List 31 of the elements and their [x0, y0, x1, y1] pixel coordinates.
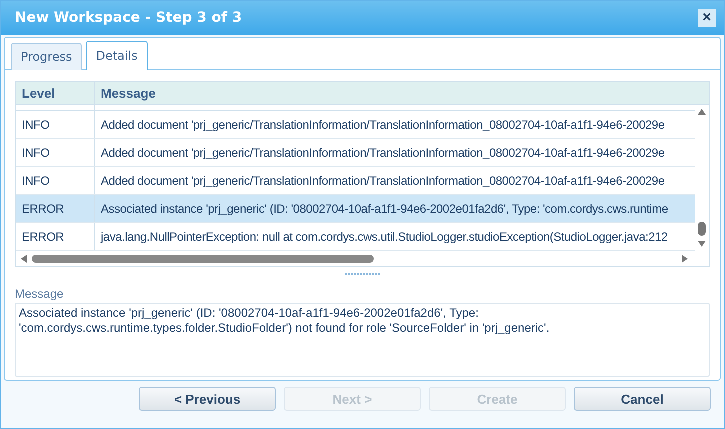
tab[interactable]: Progress	[11, 43, 82, 70]
scroll-left-icon[interactable]	[20, 254, 28, 264]
message-field[interactable]: Associated instance 'prj_generic' (ID: '08002704-10af-a1f1-94e6-2002e01fa2d6', Type: 'com.cordys.cws.runtime.types.folder.StudioFolder') not found for role 'SourceFolder' in 'prj_generic'.	[15, 303, 710, 377]
window-title: New Workspace - Step 3 of 3	[15, 10, 242, 26]
wizard-button[interactable]: Cancel	[574, 387, 711, 411]
column-header[interactable]: Message	[95, 82, 709, 104]
splitter-handle[interactable]	[344, 273, 380, 275]
table-row[interactable]: INFO Added document 'prj_generic/TranslationInformation/TranslationInformation_08002704-10af-a1f1-94e6-20029e	[16, 111, 695, 139]
table-row[interactable]: ERROR Associated instance 'prj_generic' (ID: '08002704-10af-a1f1-94e6-2002e01fa2d6', Type: 'com.cordys.cws.runtime	[16, 195, 695, 223]
message-cell: java.lang.NullPointerException: null at com.cordys.cws.util.StudioLogger.studioException(StudioLogger.java:212	[101, 230, 668, 244]
message-label: Message	[15, 287, 65, 301]
tab[interactable]: Details	[86, 41, 148, 70]
level-cell: ERROR	[22, 202, 64, 216]
scroll-right-icon[interactable]	[681, 254, 689, 264]
message-cell: Added document 'prj_generic/TranslationInformation/TranslationInformation_08002704-10af-a1f1-94e6-20029e	[101, 146, 665, 160]
table-row[interactable]: ERROR java.lang.NullPointerException: null at com.cordys.cws.util.StudioLogger.studioException(StudioLogger.java:212	[16, 223, 695, 251]
message-cell: Associated instance 'prj_generic' (ID: '08002704-10af-a1f1-94e6-2002e01fa2d6', Type: 'com.cordys.cws.runtime	[101, 202, 668, 216]
message-cell: Added document 'prj_generic/TranslationInformation/TranslationInformation_08002704-10af-a1f1-94e6-20029e	[101, 118, 665, 132]
wizard-button[interactable]: < Previous	[139, 387, 276, 411]
scroll-up-icon[interactable]	[697, 108, 707, 116]
message-cell: Added document 'prj_generic/TranslationInformation/TranslationInformation_08002704-10af-a1f1-94e6-20029e	[101, 174, 665, 188]
level-cell: INFO	[22, 146, 50, 160]
level-cell: INFO	[22, 174, 50, 188]
scroll-thumb[interactable]	[32, 254, 374, 262]
level-cell: ERROR	[22, 230, 64, 244]
scroll-down-icon[interactable]	[697, 240, 707, 248]
close-button[interactable]: ×	[698, 9, 716, 27]
level-cell: INFO	[22, 118, 50, 132]
scroll-thumb[interactable]	[698, 222, 706, 236]
column-header[interactable]: Level	[16, 82, 95, 104]
table-row[interactable]: INFO Added document 'prj_generic/TranslationInformation/TranslationInformation_08002704-10af-a1f1-94e6-20029e	[16, 139, 695, 167]
